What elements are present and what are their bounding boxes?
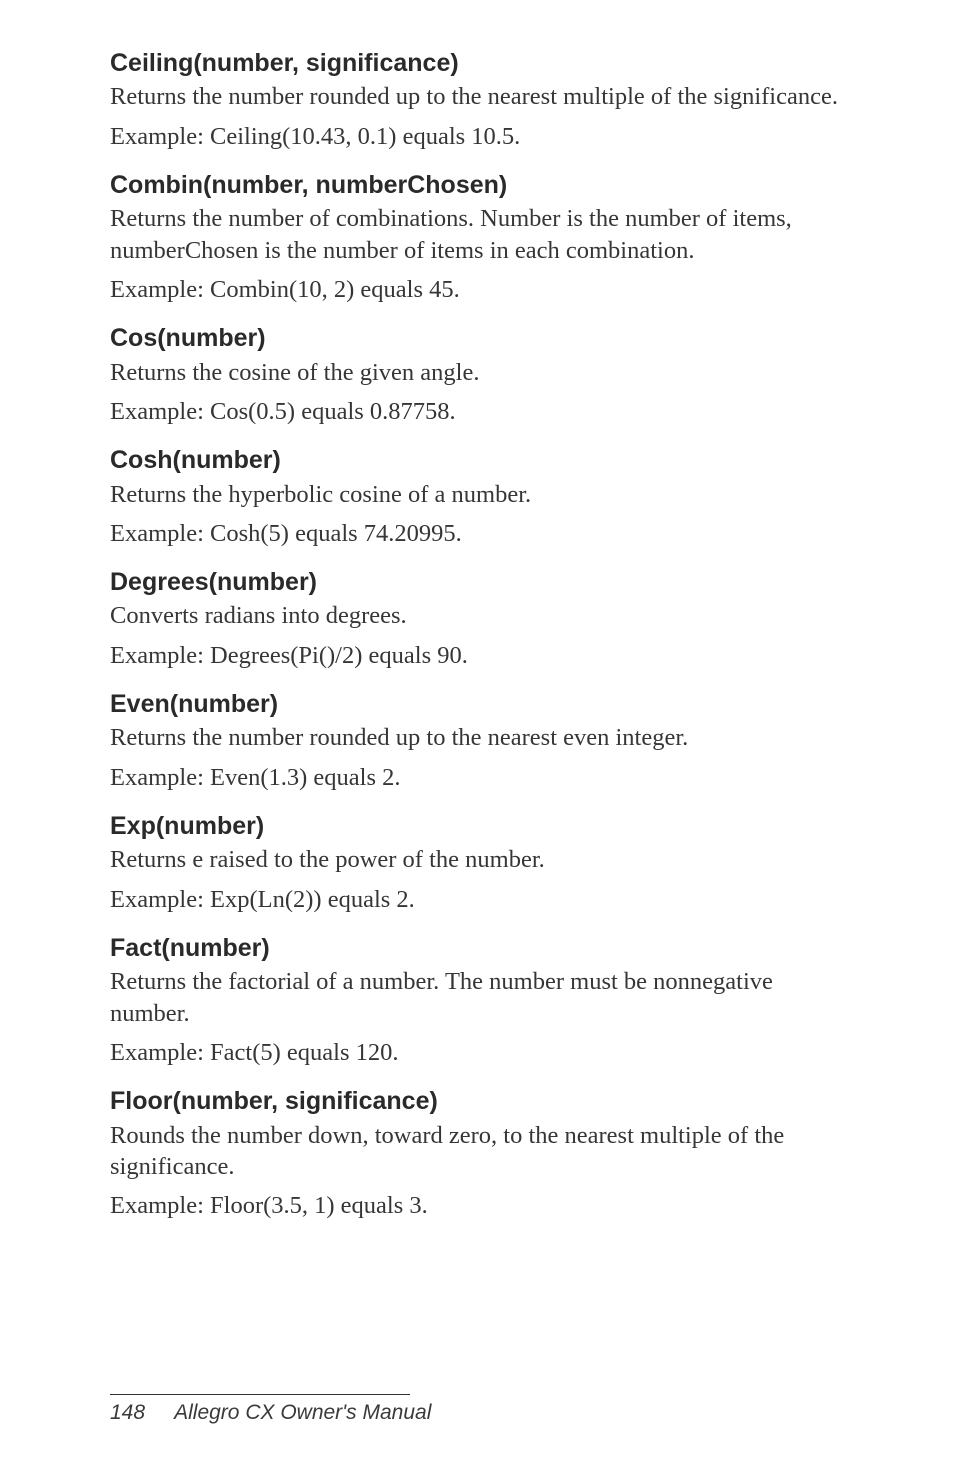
footer-text: 148 Allegro CX Owner's Manual — [110, 1401, 844, 1425]
footer-page-number: 148 — [110, 1401, 145, 1425]
desc-cos: Returns the cosine of the given angle. — [110, 357, 844, 388]
example-exp: Example: Exp(Ln(2)) equals 2. — [110, 884, 844, 915]
desc-ceiling: Returns the number rounded up to the nea… — [110, 81, 844, 112]
section-floor: Floor(number, significance) Rounds the n… — [110, 1086, 844, 1221]
heading-fact: Fact(number) — [110, 933, 844, 964]
section-cosh: Cosh(number) Returns the hyperbolic cosi… — [110, 445, 844, 549]
desc-even: Returns the number rounded up to the nea… — [110, 722, 844, 753]
heading-exp: Exp(number) — [110, 811, 844, 842]
footer-title: Allegro CX Owner's Manual — [174, 1401, 431, 1424]
desc-combin: Returns the number of combinations. Numb… — [110, 203, 844, 266]
section-degrees: Degrees(number) Converts radians into de… — [110, 567, 844, 671]
heading-floor: Floor(number, significance) — [110, 1086, 844, 1117]
example-cos: Example: Cos(0.5) equals 0.87758. — [110, 396, 844, 427]
section-exp: Exp(number) Returns e raised to the powe… — [110, 811, 844, 915]
desc-floor: Rounds the number down, toward zero, to … — [110, 1120, 844, 1183]
desc-cosh: Returns the hyperbolic cosine of a numbe… — [110, 479, 844, 510]
heading-cosh: Cosh(number) — [110, 445, 844, 476]
section-ceiling: Ceiling(number, significance) Returns th… — [110, 48, 844, 152]
desc-fact: Returns the factorial of a number. The n… — [110, 966, 844, 1029]
section-even: Even(number) Returns the number rounded … — [110, 689, 844, 793]
heading-even: Even(number) — [110, 689, 844, 720]
section-combin: Combin(number, numberChosen) Returns the… — [110, 170, 844, 305]
footer-rule — [110, 1394, 410, 1395]
example-degrees: Example: Degrees(Pi()/2) equals 90. — [110, 640, 844, 671]
example-fact: Example: Fact(5) equals 120. — [110, 1037, 844, 1068]
heading-ceiling: Ceiling(number, significance) — [110, 48, 844, 79]
page-container: Ceiling(number, significance) Returns th… — [0, 0, 954, 1475]
page-footer: 148 Allegro CX Owner's Manual — [110, 1394, 844, 1425]
example-floor: Example: Floor(3.5, 1) equals 3. — [110, 1190, 844, 1221]
example-even: Example: Even(1.3) equals 2. — [110, 762, 844, 793]
example-combin: Example: Combin(10, 2) equals 45. — [110, 274, 844, 305]
example-ceiling: Example: Ceiling(10.43, 0.1) equals 10.5… — [110, 121, 844, 152]
heading-degrees: Degrees(number) — [110, 567, 844, 598]
heading-combin: Combin(number, numberChosen) — [110, 170, 844, 201]
desc-exp: Returns e raised to the power of the num… — [110, 844, 844, 875]
heading-cos: Cos(number) — [110, 323, 844, 354]
section-cos: Cos(number) Returns the cosine of the gi… — [110, 323, 844, 427]
example-cosh: Example: Cosh(5) equals 74.20995. — [110, 518, 844, 549]
section-fact: Fact(number) Returns the factorial of a … — [110, 933, 844, 1068]
desc-degrees: Converts radians into degrees. — [110, 600, 844, 631]
